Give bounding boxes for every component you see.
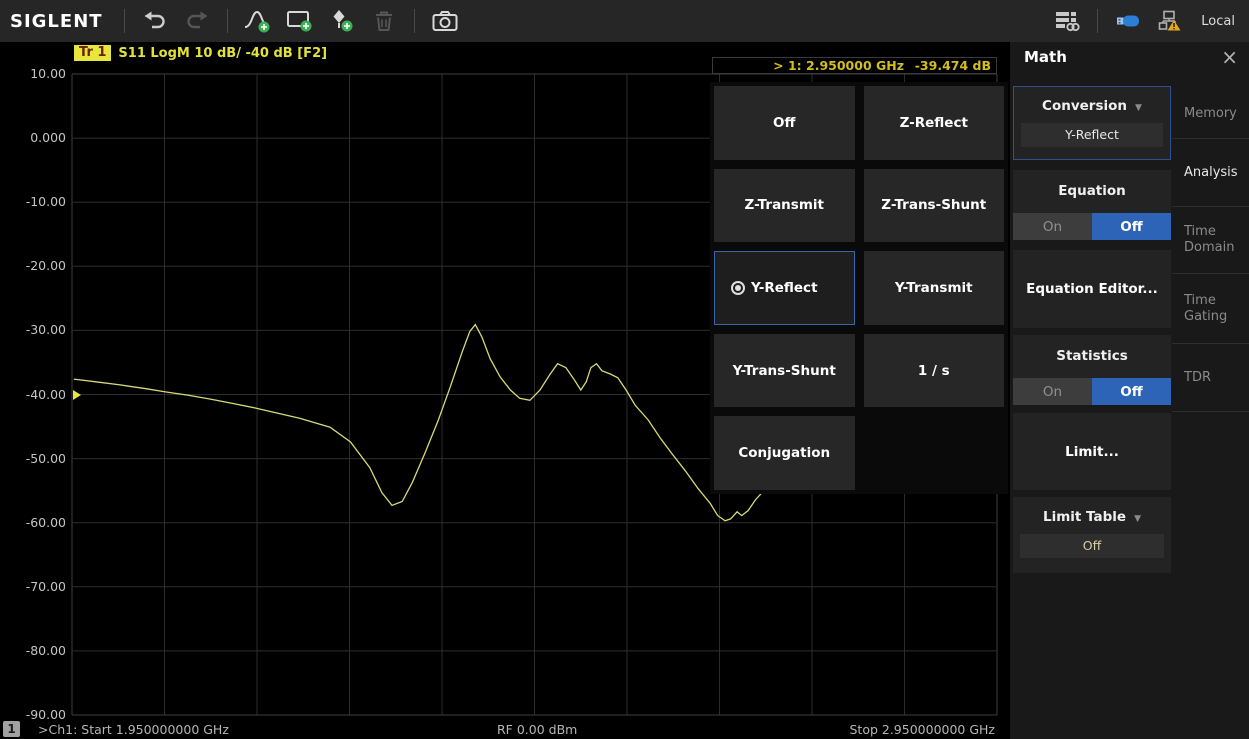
toolbar-separator (124, 9, 125, 33)
sweep-stop-label: Stop 2.950000000 GHz (849, 722, 995, 737)
y-axis-tick-label: 10.00 (0, 66, 66, 81)
delete-icon (366, 5, 402, 37)
conversion-option-y-reflect[interactable]: Y-Reflect (714, 251, 855, 325)
trace-badge[interactable]: Tr 1 (74, 45, 111, 61)
conversion-option-z-transmit[interactable]: Z-Transmit (714, 169, 855, 243)
equation-off-button[interactable]: Off (1092, 213, 1171, 240)
local-mode-label[interactable]: Local (1201, 14, 1235, 29)
redo-icon (179, 5, 215, 37)
tab-memory[interactable]: Memory (1172, 90, 1249, 139)
channel-badge[interactable]: 1 (3, 721, 20, 737)
y-axis-tick-label: -70.00 (0, 579, 66, 594)
conversion-popup: Off Z-Reflect Z-Transmit Z-Trans-Shunt Y… (710, 82, 1008, 494)
statistics-control: Statistics On Off (1013, 335, 1171, 405)
undo-icon[interactable] (137, 5, 173, 37)
conversion-value: Y-Reflect (1021, 123, 1163, 147)
file-link-icon[interactable] (1049, 5, 1085, 37)
conversion-option-off[interactable]: Off (714, 86, 855, 160)
equation-on-button[interactable]: On (1013, 213, 1092, 240)
limit-table-label: Limit Table (1043, 509, 1126, 525)
limit-button[interactable]: Limit... (1013, 413, 1171, 490)
trace-header[interactable]: Tr 1 S11 LogM 10 dB/ -40 dB [F2] (74, 45, 327, 61)
conversion-dropdown[interactable]: Conversion ▼ Y-Reflect (1013, 86, 1171, 160)
radio-selected-icon (731, 281, 745, 295)
equation-label: Equation (1013, 183, 1171, 199)
reference-level-marker[interactable] (73, 390, 81, 400)
tab-time-domain[interactable]: Time Domain (1172, 207, 1249, 274)
y-axis-tick-label: -20.00 (0, 258, 66, 273)
screenshot-icon[interactable] (427, 5, 463, 37)
equation-control: Equation On Off (1013, 170, 1171, 240)
statistics-on-button[interactable]: On (1013, 378, 1092, 405)
lan-warning-icon[interactable] (1152, 5, 1188, 37)
limit-table-value: Off (1020, 534, 1164, 558)
brand-logo: SIGLENT (10, 11, 103, 32)
conversion-option-y-trans-shunt[interactable]: Y-Trans-Shunt (714, 334, 855, 408)
close-icon[interactable]: × (1221, 45, 1238, 69)
chevron-down-icon: ▼ (1134, 514, 1141, 524)
statistics-toggle: On Off (1013, 378, 1171, 405)
panel-title: Math (1024, 48, 1067, 66)
tab-time-gating[interactable]: Time Gating (1172, 274, 1249, 344)
trace-settings-label: S11 LogM 10 dB/ -40 dB [F2] (118, 46, 327, 61)
chevron-down-icon: ▼ (1135, 103, 1142, 113)
toolbar-right: Local (1046, 5, 1249, 37)
add-window-icon[interactable] (282, 5, 318, 37)
add-trace-icon[interactable] (240, 5, 276, 37)
conversion-option-z-trans-shunt[interactable]: Z-Trans-Shunt (864, 169, 1005, 243)
tab-analysis[interactable]: Analysis (1172, 139, 1249, 207)
y-axis-tick-label: -10.00 (0, 194, 66, 209)
equation-toggle: On Off (1013, 213, 1171, 240)
add-marker-icon[interactable] (324, 5, 360, 37)
conversion-label: Conversion (1042, 98, 1127, 114)
sweep-start-label: >Ch1: Start 1.950000000 GHz (38, 722, 229, 737)
marker-frequency: > 1: 2.950000 GHz (773, 58, 904, 73)
conversion-option-conjugation[interactable]: Conjugation (714, 416, 855, 490)
equation-editor-button[interactable]: Equation Editor... (1013, 250, 1171, 328)
math-panel: Math × Conversion ▼ Y-Reflect Equation On… (1010, 42, 1249, 739)
statistics-label: Statistics (1013, 348, 1171, 364)
y-axis-tick-label: -30.00 (0, 322, 66, 337)
limit-table-dropdown[interactable]: Limit Table ▼ Off (1013, 497, 1171, 573)
y-axis-tick-label: -40.00 (0, 387, 66, 402)
statistics-off-button[interactable]: Off (1092, 378, 1171, 405)
toolbar: SIGLENT (0, 0, 1249, 42)
main-area: Tr 1 S11 LogM 10 dB/ -40 dB [F2] > 1: 2.… (0, 42, 1249, 739)
rf-power-label: RF 0.00 dBm (497, 722, 577, 737)
toolbar-separator (1097, 9, 1098, 33)
marker-value: -39.474 dB (904, 58, 996, 73)
status-bar: 1 >Ch1: Start 1.950000000 GHz RF 0.00 dB… (0, 717, 1010, 739)
usb-icon[interactable] (1110, 5, 1146, 37)
panel-header: Math × (1010, 42, 1249, 74)
marker-readout: > 1: 2.950000 GHz -39.474 dB (712, 57, 997, 74)
popup-empty-cell (864, 416, 1005, 490)
conversion-option-1-over-s[interactable]: 1 / s (864, 334, 1005, 408)
tab-tdr[interactable]: TDR (1172, 344, 1249, 412)
y-axis-tick-label: 0.000 (0, 130, 66, 145)
y-axis-tick-label: -50.00 (0, 451, 66, 466)
y-axis-tick-label: -60.00 (0, 515, 66, 530)
conversion-option-z-reflect[interactable]: Z-Reflect (864, 86, 1005, 160)
conversion-option-y-transmit[interactable]: Y-Transmit (864, 251, 1005, 325)
y-axis-tick-label: -80.00 (0, 643, 66, 658)
toolbar-separator (414, 9, 415, 33)
side-tabs: Memory Analysis Time Domain Time Gating … (1172, 90, 1249, 412)
toolbar-separator (227, 9, 228, 33)
